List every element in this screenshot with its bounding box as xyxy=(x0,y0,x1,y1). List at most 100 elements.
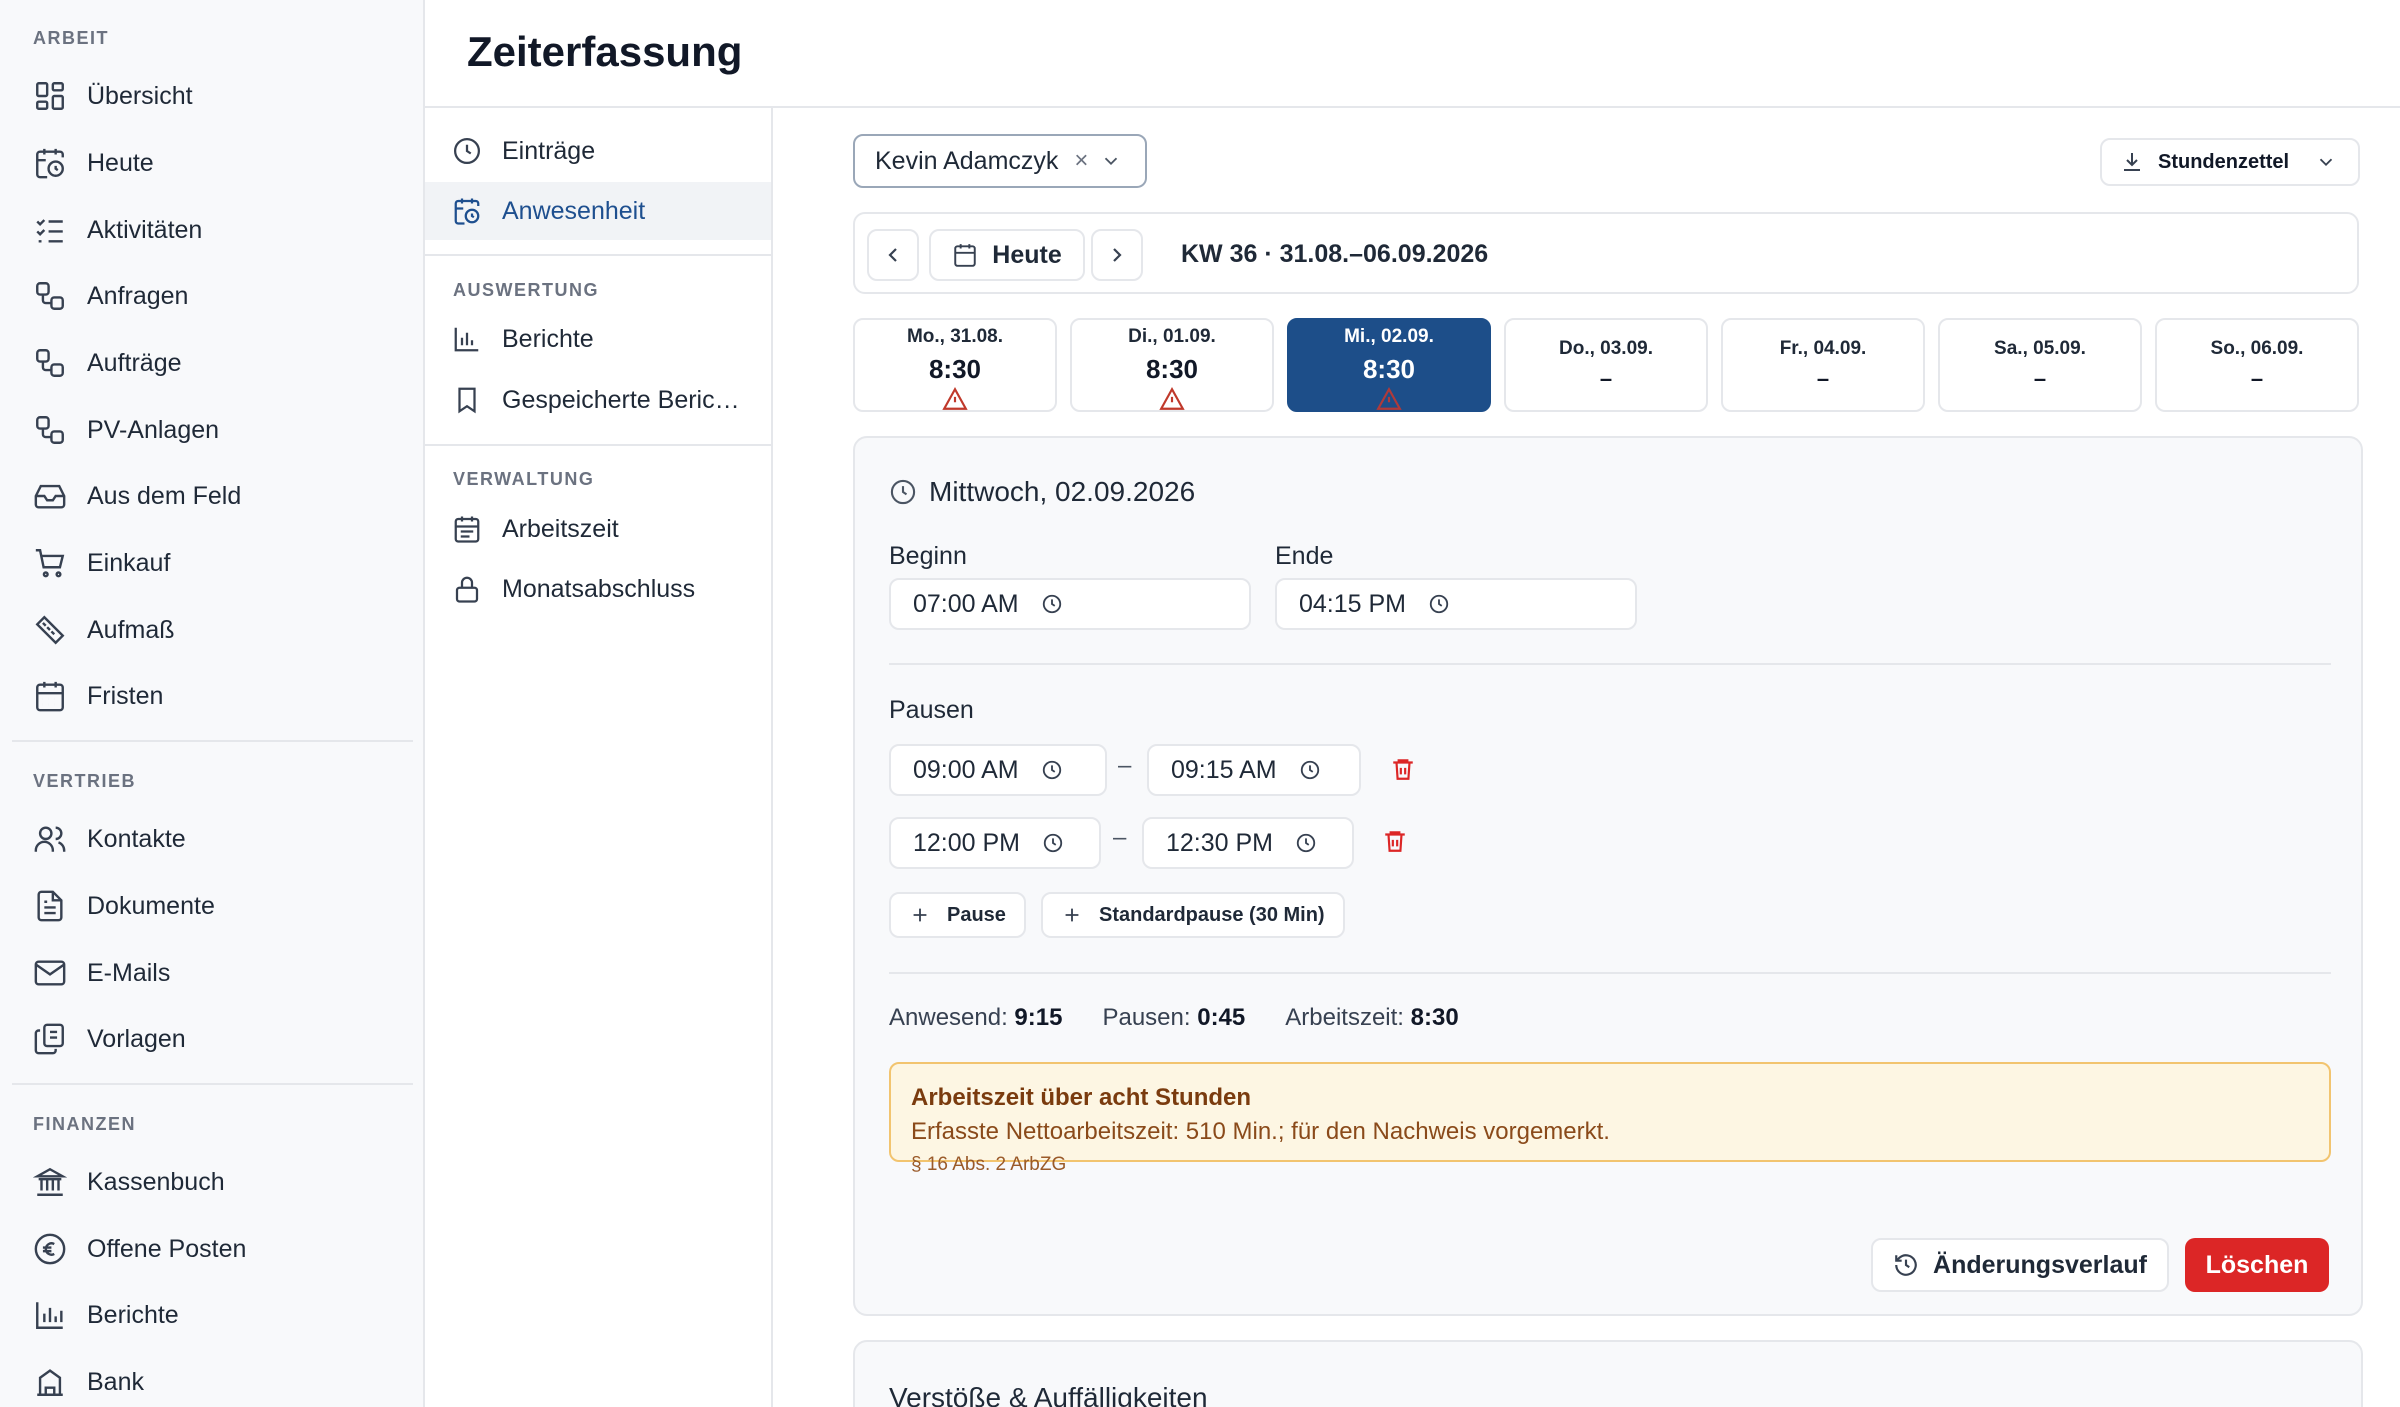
sidebar-item-aktivitaeten[interactable]: Aktivitäten xyxy=(0,202,423,258)
day-card[interactable]: Mo., 31.08. 8:30 xyxy=(853,318,1057,412)
add-standard-break-button[interactable]: Standardpause (30 Min) xyxy=(1041,892,1345,938)
sidebar-item-vorlagen[interactable]: Vorlagen xyxy=(0,1011,423,1067)
worktime-summary: Arbeitszeit: 8:30 xyxy=(1285,1004,1458,1032)
sidebar-item-auftraege[interactable]: Aufträge xyxy=(0,335,423,391)
day-date: Sa., 05.09. xyxy=(1994,338,2086,359)
subnav-item-arbeitszeit[interactable]: Arbeitszeit xyxy=(425,500,771,558)
alert-title: Arbeitszeit über acht Stunden xyxy=(911,1084,1252,1111)
clock-icon[interactable] xyxy=(1041,759,1063,781)
attendance-main: Kevin Adamczyk × Stundenzettel Heute KW … xyxy=(773,108,2400,1407)
day-detail-card: Mittwoch, 02.09.2026 Beginn 07:00 AM End… xyxy=(853,436,2363,1316)
day-card[interactable]: So., 06.09. – xyxy=(2155,318,2359,412)
break-range-dash: – xyxy=(1118,752,1132,779)
sidebar-section-arbeit: ARBEIT xyxy=(33,28,109,48)
subnav-item-gespeicherte-berichte[interactable]: Gespeicherte Beric… xyxy=(425,371,771,429)
day-hours: – xyxy=(2033,366,2047,391)
clear-selection-icon[interactable]: × xyxy=(1074,147,1088,175)
clock-icon[interactable] xyxy=(1041,593,1063,615)
sidebar-item-einkauf[interactable]: Einkauf xyxy=(0,535,423,591)
sidebar-item-dokumente[interactable]: Dokumente xyxy=(0,878,423,934)
day-detail-date: Mittwoch, 02.09.2026 xyxy=(929,476,1196,507)
sidebar-item-aufmass[interactable]: Aufmaß xyxy=(0,602,423,658)
breaks-label: Pausen xyxy=(889,696,974,724)
sidebar-item-fristen[interactable]: Fristen xyxy=(0,668,423,724)
break-end-value: 09:15 AM xyxy=(1171,755,1277,784)
chevron-left-icon xyxy=(888,248,897,262)
sidebar-item-label: Kassenbuch xyxy=(87,1167,225,1196)
copy-icon xyxy=(34,1023,64,1055)
day-hours: 8:30 xyxy=(1362,354,1416,384)
breaks-sum-label: Pausen: xyxy=(1102,1004,1191,1031)
add-standard-break-label: Standardpause (30 Min) xyxy=(1099,903,1325,926)
sidebar-item-uebersicht[interactable]: Übersicht xyxy=(0,68,423,124)
sidebar-item-kontakte[interactable]: Kontakte xyxy=(0,811,423,867)
sidebar-section-finanzen: FINANZEN xyxy=(33,1114,136,1134)
subnav-divider xyxy=(425,254,771,256)
change-history-button[interactable]: Änderungsverlauf xyxy=(1871,1238,2169,1292)
timesheet-download-button[interactable]: Stundenzettel xyxy=(2100,138,2360,186)
sidebar-item-label: Aus dem Feld xyxy=(87,481,242,510)
subnav-item-anwesenheit[interactable]: Anwesenheit xyxy=(425,182,771,240)
clock-icon[interactable] xyxy=(1042,832,1064,854)
week-day-strip: Mo., 31.08. 8:30 Di., 01.09. 8:30 Mi., 0… xyxy=(853,318,2363,412)
sidebar-item-anfragen[interactable]: Anfragen xyxy=(0,268,423,324)
sidebar-item-pv-anlagen[interactable]: PV-Anlagen xyxy=(0,402,423,458)
calendar-clock-icon xyxy=(36,148,64,179)
break-start-input[interactable]: 12:00 PM xyxy=(889,817,1101,869)
lock-icon xyxy=(455,576,479,603)
subnav-item-label: Monatsabschluss xyxy=(502,574,696,603)
sidebar-item-offene-posten[interactable]: Offene Posten xyxy=(0,1221,423,1277)
employee-select[interactable]: Kevin Adamczyk × xyxy=(853,134,1147,188)
clock-icon[interactable] xyxy=(1428,593,1450,615)
subnav-item-eintraege[interactable]: Einträge xyxy=(425,122,771,180)
break-end-input[interactable]: 12:30 PM xyxy=(1142,817,1354,869)
sidebar-item-berichte[interactable]: Berichte xyxy=(0,1287,423,1343)
subnav-item-monatsabschluss[interactable]: Monatsabschluss xyxy=(425,560,771,618)
download-icon xyxy=(2124,153,2140,171)
page-title: Zeiterfassung xyxy=(467,28,743,75)
clock-icon[interactable] xyxy=(1295,832,1317,854)
employee-name: Kevin Adamczyk xyxy=(875,146,1059,175)
next-week-button[interactable] xyxy=(1091,229,1143,281)
calendar-clock-icon xyxy=(454,198,480,225)
sidebar-item-label: Aufträge xyxy=(87,348,182,377)
sidebar-item-bank[interactable]: Bank xyxy=(0,1354,423,1407)
page-header: Zeiterfassung xyxy=(425,0,2400,108)
sidebar-item-label: Heute xyxy=(87,148,154,177)
delete-break-icon[interactable] xyxy=(1390,756,1416,782)
break-start-value: 12:00 PM xyxy=(913,828,1021,857)
chevron-down-icon[interactable] xyxy=(1100,150,1122,172)
break-range-dash: – xyxy=(1113,824,1127,851)
sidebar-item-heute[interactable]: Heute xyxy=(0,135,423,191)
day-card-selected[interactable]: Mi., 02.09. 8:30 xyxy=(1287,318,1491,412)
users-icon xyxy=(34,826,66,852)
breaks-summary: Pausen: 0:45 xyxy=(1102,1004,1245,1032)
sidebar-item-e-mails[interactable]: E-Mails xyxy=(0,945,423,1001)
day-card[interactable]: Fr., 04.09. – xyxy=(1721,318,1925,412)
break-start-value: 09:00 AM xyxy=(913,755,1019,784)
sidebar-item-label: E-Mails xyxy=(87,958,171,987)
add-break-button[interactable]: Pause xyxy=(889,892,1026,938)
today-button[interactable]: Heute xyxy=(929,229,1085,281)
overtime-warning-alert: Arbeitszeit über acht Stunden Erfasste N… xyxy=(889,1062,2331,1175)
previous-week-button[interactable] xyxy=(867,229,919,281)
day-card[interactable]: Do., 03.09. – xyxy=(1504,318,1708,412)
day-date: Do., 03.09. xyxy=(1559,338,1653,359)
day-card[interactable]: Di., 01.09. 8:30 xyxy=(1070,318,1274,412)
sidebar-item-label: Aktivitäten xyxy=(87,215,203,244)
delete-break-icon[interactable] xyxy=(1382,828,1408,854)
sidebar-item-aus-dem-feld[interactable]: Aus dem Feld xyxy=(0,468,423,524)
begin-time-input[interactable]: 07:00 AM xyxy=(889,578,1251,630)
subnav-item-berichte[interactable]: Berichte xyxy=(425,310,771,368)
clock-icon[interactable] xyxy=(1299,759,1321,781)
delete-button[interactable]: Löschen xyxy=(2185,1238,2329,1292)
checklist-icon xyxy=(36,219,63,243)
end-time-input[interactable]: 04:15 PM xyxy=(1275,578,1637,630)
day-date: So., 06.09. xyxy=(2210,338,2304,359)
clock-icon xyxy=(454,138,480,164)
day-card[interactable]: Sa., 05.09. – xyxy=(1938,318,2142,412)
break-end-input[interactable]: 09:15 AM xyxy=(1147,744,1361,796)
day-hours: 8:30 xyxy=(1145,354,1199,384)
sidebar-item-kassenbuch[interactable]: Kassenbuch xyxy=(0,1154,423,1210)
break-start-input[interactable]: 09:00 AM xyxy=(889,744,1107,796)
